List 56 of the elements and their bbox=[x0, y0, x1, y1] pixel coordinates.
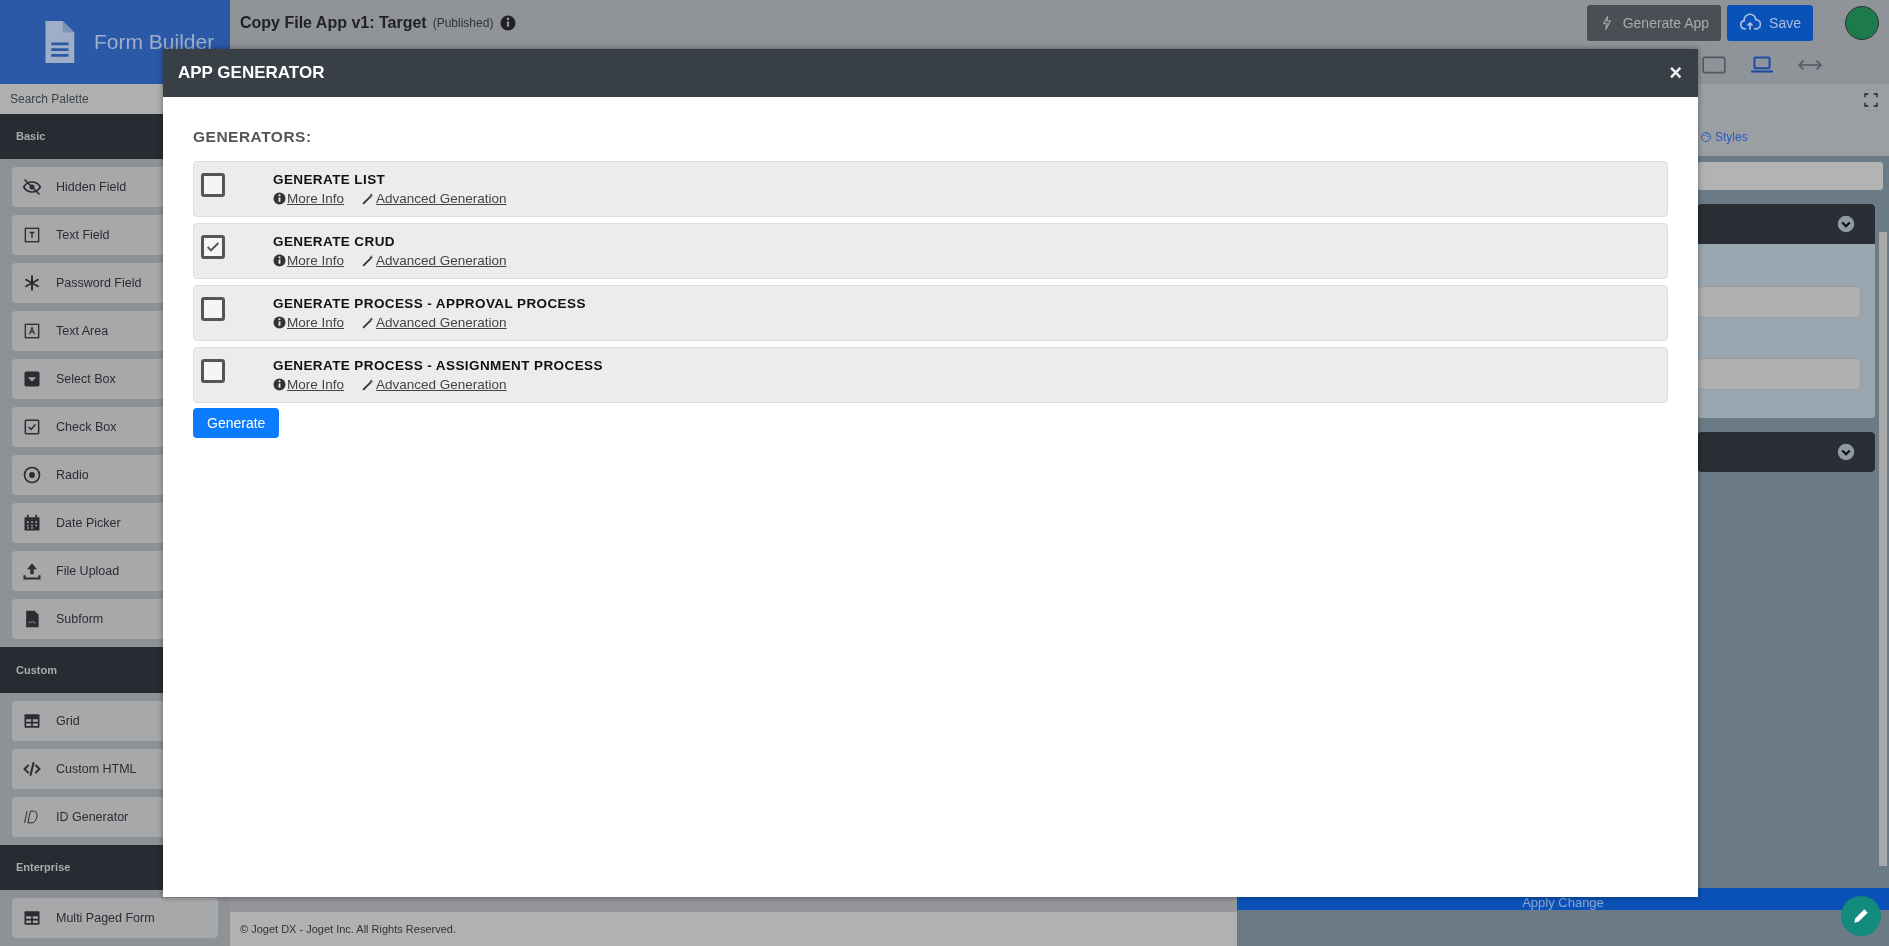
more-info-link[interactable]: More Info bbox=[273, 253, 345, 268]
fullscreen-icon[interactable] bbox=[1863, 92, 1879, 108]
info-icon bbox=[273, 316, 286, 329]
generator-name: GENERATE PROCESS - ASSIGNMENT PROCESS bbox=[273, 358, 603, 373]
generate-button[interactable]: Generate App bbox=[1586, 5, 1722, 41]
form-title: Copy File App v1: Target bbox=[240, 14, 427, 32]
chevron-down-icon[interactable] bbox=[1837, 443, 1855, 461]
palette-item[interactable]: Multi Paged Form bbox=[12, 898, 218, 938]
generator-name: GENERATE CRUD bbox=[273, 234, 396, 249]
avatar[interactable] bbox=[1845, 6, 1879, 40]
generator-name: GENERATE LIST bbox=[273, 172, 387, 187]
more-info-link[interactable]: More Info bbox=[273, 377, 345, 392]
magic-wand-icon bbox=[362, 316, 376, 329]
generator-name: GENERATE PROCESS - APPROVAL PROCESS bbox=[273, 296, 586, 311]
pencil-icon bbox=[1851, 906, 1871, 926]
close-button[interactable]: × bbox=[1669, 60, 1682, 86]
eye-slash-icon bbox=[22, 177, 42, 198]
checkbox[interactable] bbox=[201, 173, 225, 197]
save-button[interactable]: Save bbox=[1727, 5, 1813, 41]
advanced-generation-link[interactable]: Advanced Generation bbox=[362, 377, 507, 392]
radio-icon bbox=[22, 465, 42, 486]
magic-wand-icon bbox=[362, 378, 376, 391]
input-field[interactable] bbox=[1697, 358, 1861, 390]
more-info-link[interactable]: More Info bbox=[273, 315, 345, 330]
asterisk-icon bbox=[22, 273, 42, 294]
magic-wand-icon bbox=[362, 254, 376, 267]
upload-icon bbox=[22, 561, 42, 582]
input-field[interactable] bbox=[1697, 286, 1861, 318]
info-icon bbox=[273, 378, 286, 391]
table-icon bbox=[22, 908, 42, 928]
panel-header[interactable] bbox=[1697, 204, 1875, 244]
app-name: Form Builder bbox=[94, 30, 215, 54]
more-info-link[interactable]: More Info bbox=[273, 191, 345, 206]
dropdown-icon bbox=[22, 369, 42, 390]
advanced-generation-link[interactable]: Advanced Generation bbox=[362, 315, 507, 330]
magic-wand-icon bbox=[362, 192, 376, 205]
advanced-generation-link[interactable]: Advanced Generation bbox=[362, 253, 507, 268]
checkbox[interactable] bbox=[201, 297, 225, 321]
info-icon bbox=[273, 254, 286, 267]
scrollbar[interactable] bbox=[1879, 232, 1887, 866]
checkbox[interactable] bbox=[201, 359, 225, 383]
chevron-down-icon[interactable] bbox=[1837, 215, 1855, 233]
footer-text: © Joget DX - Joget Inc. All Rights Reserved. bbox=[230, 911, 1237, 946]
panel-header[interactable] bbox=[1697, 432, 1875, 472]
status-text: (Published) bbox=[432, 16, 494, 30]
advanced-generation-link[interactable]: Advanced Generation bbox=[362, 191, 507, 206]
cloud-upload-icon bbox=[1739, 13, 1762, 33]
generate-button[interactable]: Generate bbox=[193, 408, 280, 438]
palette-icon bbox=[1700, 131, 1712, 143]
dialog-title: APP GENERATOR bbox=[178, 63, 325, 83]
info-icon bbox=[499, 14, 518, 32]
checkbox[interactable] bbox=[201, 235, 225, 259]
info-icon bbox=[273, 192, 286, 205]
input-field[interactable] bbox=[1697, 162, 1883, 190]
edit-button[interactable] bbox=[1841, 896, 1881, 936]
calendar-icon bbox=[22, 513, 42, 534]
